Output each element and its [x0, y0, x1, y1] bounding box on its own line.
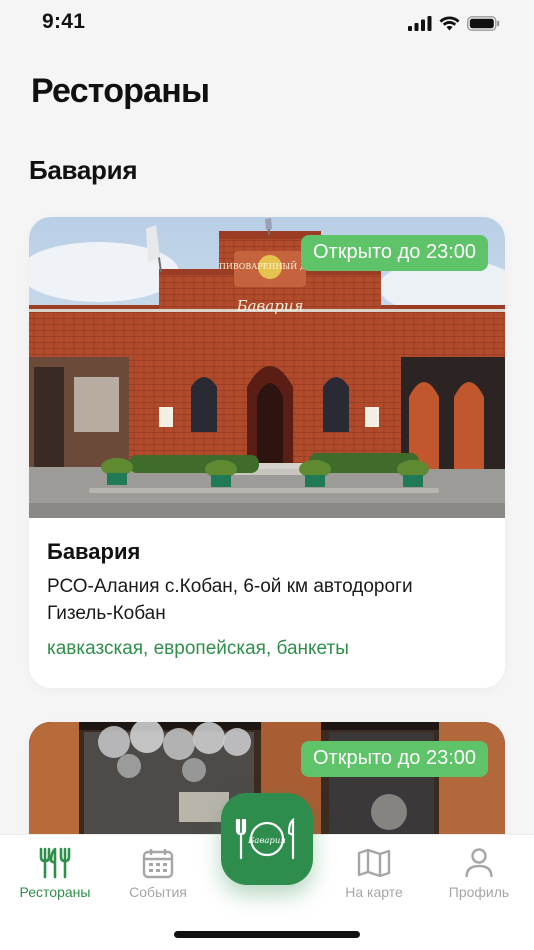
status-icons: [408, 16, 500, 31]
restaurant-card[interactable]: ПИВОВАРЕННЫЙ ДОМ Бавария Открыто до 23:0…: [29, 217, 505, 688]
center-logo-button[interactable]: Бавария: [221, 793, 313, 885]
tab-label: Рестораны: [19, 884, 91, 900]
status-time: 9:41: [42, 10, 86, 33]
signal-icon: [408, 16, 432, 31]
map-icon: [357, 848, 391, 878]
tab-map[interactable]: На карте: [324, 847, 424, 907]
sign-main-text: Бавария: [236, 297, 304, 315]
page-title: Рестораны: [31, 72, 210, 110]
tab-profile[interactable]: Профиль: [429, 847, 529, 907]
battery-icon: [467, 16, 500, 31]
fork-knife-icon: [39, 847, 71, 879]
tab-label: На карте: [345, 884, 403, 900]
tab-label: События: [129, 884, 187, 900]
tab-label: Профиль: [448, 884, 510, 900]
restaurant-address: РСО-Алания с.Кобан, 6-ой км автодороги Г…: [47, 576, 413, 624]
status-bar: 9:41: [0, 0, 534, 46]
wifi-icon: [439, 16, 460, 31]
open-hours-badge: Открыто до 23:00: [301, 235, 488, 271]
tab-restaurants[interactable]: Рестораны: [5, 847, 105, 907]
restaurant-name: Бавария: [47, 539, 141, 564]
tab-events[interactable]: События: [108, 847, 208, 907]
calendar-icon: [142, 849, 174, 879]
plate-cutlery-logo-icon: Бавария: [235, 817, 295, 860]
section-title: Бавария: [29, 155, 138, 185]
home-indicator: [174, 931, 360, 938]
open-hours-badge: Открыто до 23:00: [301, 741, 488, 777]
restaurant-cuisine-tags: кавказская, европейская, банкеты: [47, 638, 349, 659]
center-logo-text: Бавария: [247, 836, 286, 846]
profile-icon: [465, 848, 493, 878]
